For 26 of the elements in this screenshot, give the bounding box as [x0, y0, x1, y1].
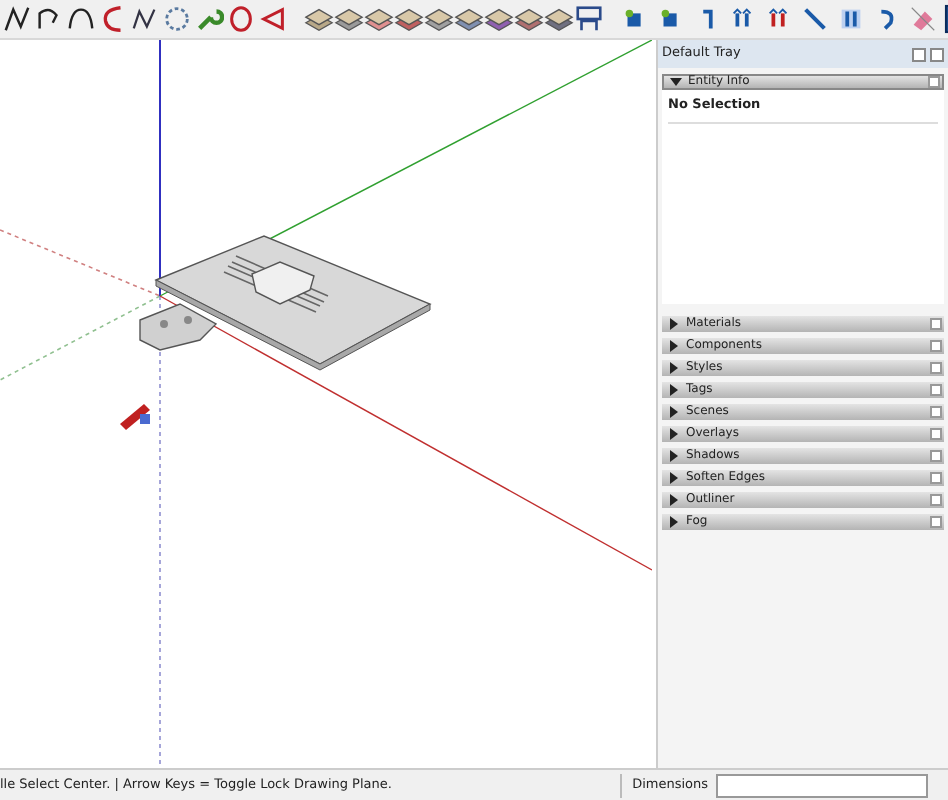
terrain-icon[interactable]: [454, 4, 484, 34]
diagonal-icon[interactable]: [800, 4, 830, 34]
terrain-icon[interactable]: [394, 4, 424, 34]
expanded-arrow-icon: [670, 76, 682, 88]
arc-icon[interactable]: [34, 4, 64, 34]
measurement-field[interactable]: [716, 773, 928, 797]
plate-model-drawing[interactable]: [139, 235, 432, 371]
terrain-icon[interactable]: [484, 4, 514, 34]
close-button[interactable]: [930, 47, 944, 61]
wrench-icon[interactable]: [194, 4, 224, 34]
terrain-icon[interactable]: [304, 4, 334, 34]
terrain-icon[interactable]: [514, 4, 544, 34]
arc-icon[interactable]: [66, 4, 96, 34]
split-icon[interactable]: [836, 4, 866, 34]
pencil-cursor-icon: [120, 404, 150, 430]
polygon-icon[interactable]: [162, 4, 192, 34]
terrain-icon[interactable]: [544, 4, 574, 34]
freehand-icon[interactable]: [130, 4, 160, 34]
terrain-icon[interactable]: [424, 4, 454, 34]
circle-icon[interactable]: [226, 4, 256, 34]
eraser-icon[interactable]: [908, 4, 938, 34]
pin-button[interactable]: [912, 47, 926, 61]
terrain-icon[interactable]: [364, 4, 394, 34]
section-close-button[interactable]: [928, 76, 940, 88]
line-tool-icon[interactable]: [2, 4, 32, 34]
terrain-icon[interactable]: [334, 4, 364, 34]
